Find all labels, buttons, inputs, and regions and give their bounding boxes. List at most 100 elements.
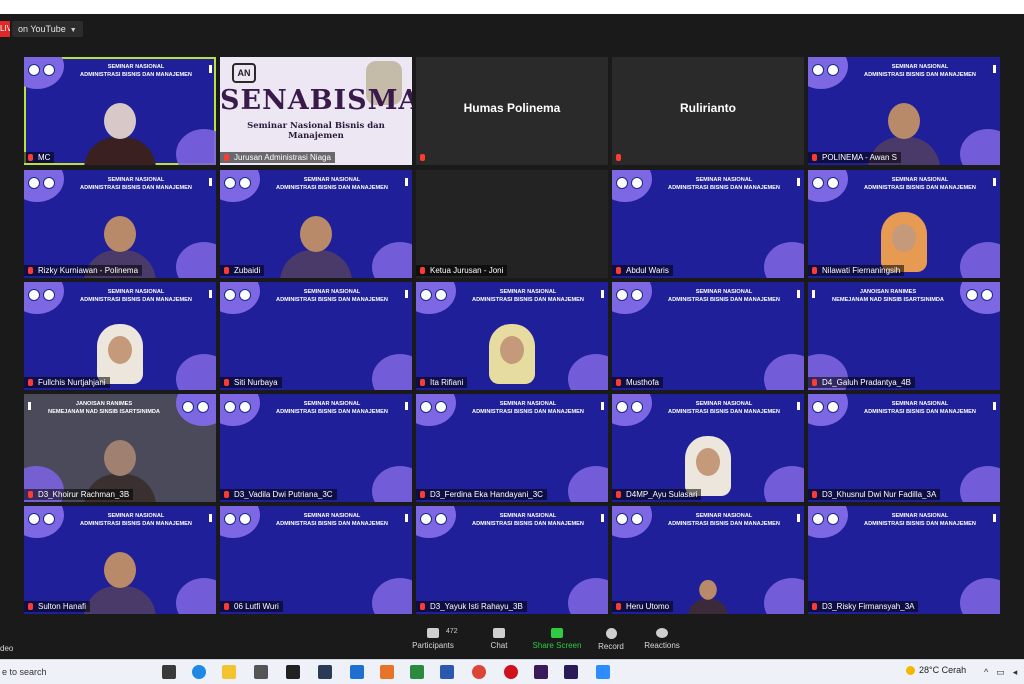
participant-tile[interactable]: SEMINAR NASIONAL ADMINISTRASI BISNIS DAN … — [808, 57, 1000, 165]
banner-shape — [764, 578, 804, 614]
participant-tile[interactable]: SEMINAR NASIONAL ADMINISTRASI BISNIS DAN … — [24, 57, 216, 165]
participant-name-tag: Nilawati Fiernaningsih — [808, 265, 905, 276]
after-effects-icon[interactable] — [564, 665, 578, 679]
institution-logo-icon — [827, 513, 839, 525]
participant-tile[interactable]: SEMINAR NASIONAL ADMINISTRASI BISNIS DAN … — [24, 170, 216, 278]
banner-mark — [405, 178, 408, 186]
banner-line: ADMINISTRASI BISNIS DAN MANAJEMEN — [276, 409, 388, 415]
face — [500, 336, 524, 364]
participants-button[interactable]: 472 Participants — [404, 628, 462, 650]
banner-shape — [176, 242, 216, 278]
banner-line: SEMINAR NASIONAL — [107, 289, 165, 295]
mail-icon[interactable] — [350, 665, 364, 679]
banner-mark — [797, 402, 800, 410]
participant-tile[interactable]: SEMINAR NASIONAL ADMINISTRASI BISNIS DAN … — [220, 170, 412, 278]
file-explorer-icon[interactable] — [222, 665, 236, 679]
share-screen-button[interactable]: Share Screen — [528, 628, 586, 650]
chat-button[interactable]: Chat — [478, 628, 520, 650]
participant-tile[interactable]: JANOISAN RANIMES NEMEJANAM NAD SINSIB ISA… — [808, 282, 1000, 390]
participant-name-tag: Sulton Hanafi — [24, 601, 91, 612]
participant-tile[interactable]: SEMINAR NASIONAL ADMINISTRASI BISNIS DAN … — [416, 282, 608, 390]
banner-mark — [28, 402, 31, 410]
banner-line: SEMINAR NASIONAL — [107, 64, 165, 70]
dropbox-icon[interactable] — [286, 665, 300, 679]
banner-text: SEMINAR NASIONAL ADMINISTRASI BISNIS DAN … — [658, 176, 790, 192]
participant-tile[interactable]: SEMINAR NASIONAL ADMINISTRASI BISNIS DAN … — [416, 506, 608, 614]
participant-name-tag: 06 Lutfi Wuri — [220, 601, 283, 612]
institution-logo-icon — [812, 64, 824, 76]
premiere-icon[interactable] — [534, 665, 548, 679]
banner-mark — [993, 178, 996, 186]
reactions-button[interactable]: Reactions — [640, 628, 684, 650]
muted-mic-icon — [224, 379, 229, 386]
face — [888, 103, 920, 139]
muted-mic-icon — [812, 491, 817, 498]
chrome-icon[interactable] — [472, 665, 486, 679]
word-icon[interactable] — [440, 665, 454, 679]
participant-tile[interactable]: SEMINAR NASIONAL ADMINISTRASI BISNIS DAN … — [612, 506, 804, 614]
banner-text: SEMINAR NASIONAL ADMINISTRASI BISNIS DAN … — [658, 400, 790, 416]
store-icon[interactable] — [254, 665, 268, 679]
opera-icon[interactable] — [504, 665, 518, 679]
participant-tile[interactable]: SEMINAR NASIONAL ADMINISTRASI BISNIS DAN … — [220, 394, 412, 502]
banner-line: ADMINISTRASI BISNIS DAN MANAJEMEN — [276, 521, 388, 527]
participant-tile[interactable]: Humas Polinema — [416, 57, 608, 165]
participants-count: 472 — [446, 628, 458, 635]
participant-tile[interactable]: AN SENABISMA Seminar Nasional Bisnis dan M… — [220, 57, 412, 165]
torso — [84, 137, 156, 165]
participant-name-tag: POLINEMA - Awan S — [808, 152, 901, 163]
banner-line: ADMINISTRASI BISNIS DAN MANAJEMEN — [80, 72, 192, 78]
institution-logo-icon — [827, 177, 839, 189]
record-icon — [605, 628, 617, 639]
institution-logo-icon — [224, 177, 236, 189]
participant-tile[interactable]: SEMINAR NASIONAL ADMINISTRASI BISNIS DAN … — [612, 282, 804, 390]
app-icon[interactable] — [380, 665, 394, 679]
edge-icon[interactable] — [192, 665, 206, 679]
banner-shape — [372, 466, 412, 502]
task-view-icon[interactable] — [162, 665, 176, 679]
senabisma-title: SENABISMA — [220, 85, 412, 116]
participant-tile[interactable]: SEMINAR NASIONAL ADMINISTRASI BISNIS DAN … — [24, 506, 216, 614]
app-s-icon[interactable] — [318, 665, 332, 679]
banner-text: SEMINAR NASIONAL ADMINISTRASI BISNIS DAN … — [658, 512, 790, 528]
participant-tile[interactable]: SEMINAR NASIONAL ADMINISTRASI BISNIS DAN … — [612, 394, 804, 502]
participant-tile[interactable]: SEMINAR NASIONAL ADMINISTRASI BISNIS DAN … — [24, 282, 216, 390]
banner-line: ADMINISTRASI BISNIS DAN MANAJEMEN — [472, 409, 584, 415]
participant-name: D3_Khusnul Dwi Nur Fadilla_3A — [822, 490, 937, 499]
participant-name-tag: Musthofa — [612, 377, 663, 388]
participant-tile[interactable]: SEMINAR NASIONAL ADMINISTRASI BISNIS DAN … — [808, 506, 1000, 614]
participant-tile[interactable]: SEMINAR NASIONAL ADMINISTRASI BISNIS DAN … — [808, 170, 1000, 278]
youtube-stream-menu[interactable]: on YouTube ▼ — [12, 21, 83, 37]
institution-logo-icon — [43, 64, 55, 76]
windows-taskbar: e to search 28°C Cerah ^▭◂ — [0, 659, 1024, 684]
banner-line: ADMINISTRASI BISNIS DAN MANAJEMEN — [80, 521, 192, 527]
torso — [84, 586, 156, 614]
banner-text: SEMINAR NASIONAL ADMINISTRASI BISNIS DAN … — [462, 288, 594, 304]
banner-shape — [176, 578, 216, 614]
participant-tile[interactable]: JANOISAN RANIMES NEMEJANAM NAD SINSIB ISA… — [24, 394, 216, 502]
participant-name: MC — [38, 153, 51, 162]
participant-tile[interactable]: Ketua Jurusan - Joni — [416, 170, 608, 278]
institution-logo-icon — [966, 289, 978, 301]
participant-tile[interactable]: SEMINAR NASIONAL ADMINISTRASI BISNIS DAN … — [612, 170, 804, 278]
participant-tile[interactable]: SEMINAR NASIONAL ADMINISTRASI BISNIS DAN … — [416, 394, 608, 502]
banner-mark — [601, 514, 604, 522]
weather-widget[interactable]: 28°C Cerah — [906, 665, 966, 676]
participant-name-tag: MC — [24, 152, 55, 163]
banner-logos — [616, 400, 646, 418]
sun-icon — [906, 666, 915, 676]
muted-mic-icon — [28, 491, 33, 498]
banner-text: SEMINAR NASIONAL ADMINISTRASI BISNIS DAN … — [70, 288, 202, 304]
participant-tile[interactable]: SEMINAR NASIONAL ADMINISTRASI BISNIS DAN … — [220, 282, 412, 390]
banner-text: SEMINAR NASIONAL ADMINISTRASI BISNIS DAN … — [854, 512, 986, 528]
participant-tile[interactable]: Rulirianto — [612, 57, 804, 165]
tray-icons[interactable]: ^▭◂ — [984, 667, 1024, 678]
participant-tile[interactable]: SEMINAR NASIONAL ADMINISTRASI BISNIS DAN … — [808, 394, 1000, 502]
record-button[interactable]: Record — [592, 628, 630, 651]
excel-icon[interactable] — [410, 665, 424, 679]
banner-line: SEMINAR NASIONAL — [303, 401, 361, 407]
video-button[interactable]: deo — [0, 644, 14, 653]
zoom-app-icon[interactable] — [596, 665, 610, 679]
participant-tile[interactable]: SEMINAR NASIONAL ADMINISTRASI BISNIS DAN … — [220, 506, 412, 614]
taskbar-search[interactable]: e to search — [0, 664, 152, 680]
